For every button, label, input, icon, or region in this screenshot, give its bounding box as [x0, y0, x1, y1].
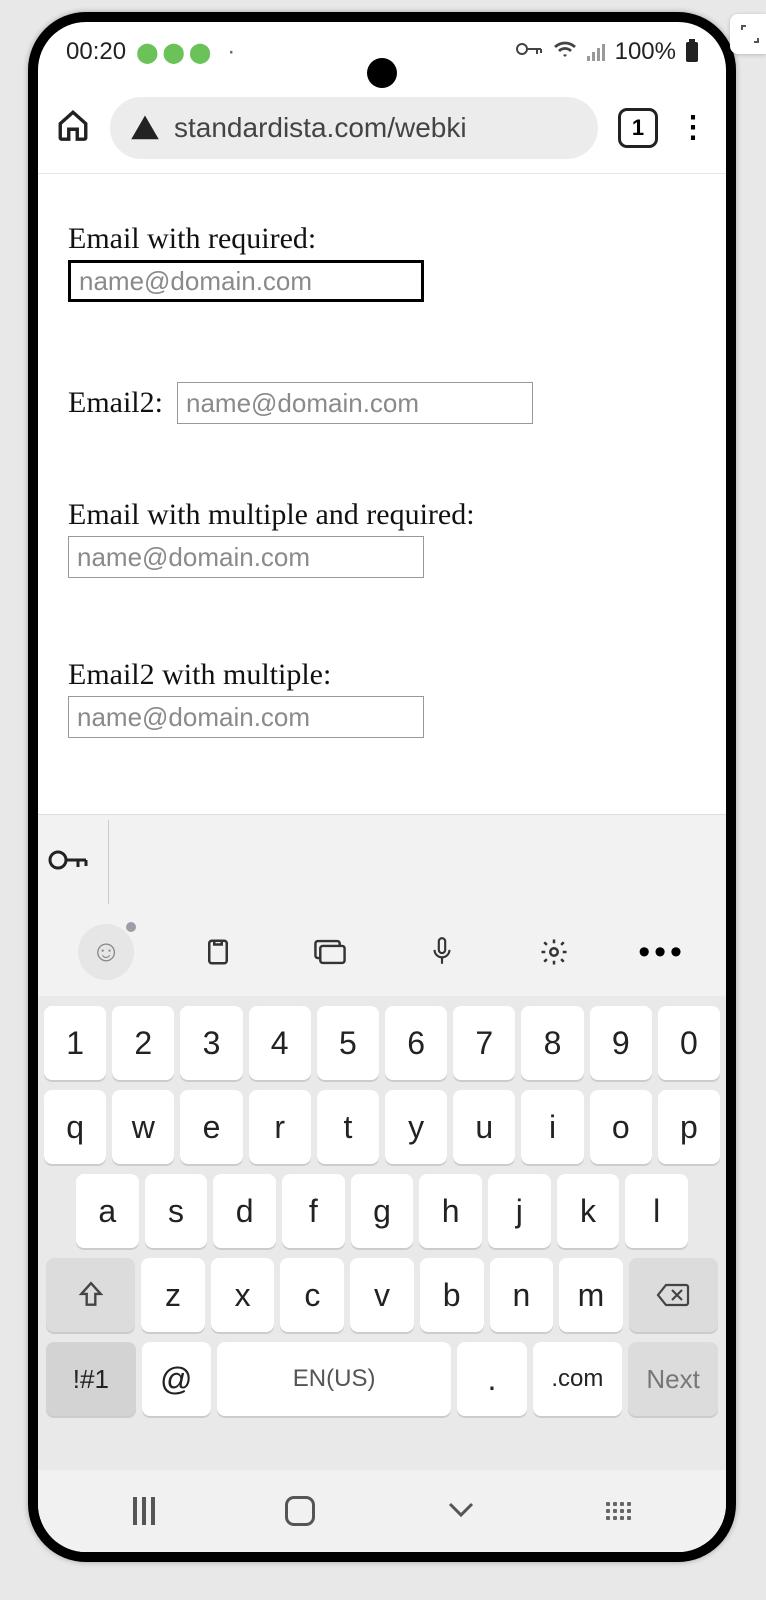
status-time: 00:20: [66, 38, 126, 66]
not-secure-icon: [130, 113, 160, 143]
emoji-button[interactable]: ☺: [78, 924, 134, 980]
key-s[interactable]: s: [145, 1174, 208, 1248]
divider: [108, 820, 109, 904]
field4-input[interactable]: [68, 696, 424, 738]
backspace-key[interactable]: [629, 1258, 718, 1332]
clipboard-button[interactable]: [190, 924, 246, 980]
wifi-icon: [553, 38, 577, 66]
key-1[interactable]: 1: [44, 1006, 106, 1080]
camera-hole: [367, 58, 397, 88]
nav-back-button[interactable]: [446, 1494, 476, 1528]
shift-key[interactable]: [46, 1258, 135, 1332]
key-6[interactable]: 6: [385, 1006, 447, 1080]
key-g[interactable]: g: [351, 1174, 414, 1248]
field3-input[interactable]: [68, 536, 424, 578]
keyboard-toolbar: ☺ •••: [38, 908, 726, 996]
key-7[interactable]: 7: [453, 1006, 515, 1080]
nav-recent-button[interactable]: [133, 1497, 155, 1525]
browser-toolbar: standardista.com/webki 1 ⋮: [38, 82, 726, 174]
space-key[interactable]: EN(US): [217, 1342, 452, 1416]
key-k[interactable]: k: [557, 1174, 620, 1248]
password-key-icon[interactable]: [48, 841, 88, 883]
settings-button[interactable]: [526, 924, 582, 980]
key-0[interactable]: 0: [658, 1006, 720, 1080]
key-n[interactable]: n: [490, 1258, 554, 1332]
keyboard-suggestion-strip: [38, 814, 726, 908]
key-4[interactable]: 4: [249, 1006, 311, 1080]
key-v[interactable]: v: [350, 1258, 414, 1332]
key-y[interactable]: y: [385, 1090, 447, 1164]
key-m[interactable]: m: [559, 1258, 623, 1332]
keyboard-row-1: 1 2 3 4 5 6 7 8 9 0: [44, 1006, 720, 1080]
field4-label: Email2 with multiple:: [68, 658, 696, 692]
key-5[interactable]: 5: [317, 1006, 379, 1080]
key-8[interactable]: 8: [521, 1006, 583, 1080]
key-d[interactable]: d: [213, 1174, 276, 1248]
url-bar[interactable]: standardista.com/webki: [110, 97, 598, 159]
keyboard-more-button[interactable]: •••: [638, 933, 686, 972]
key-r[interactable]: r: [249, 1090, 311, 1164]
next-key[interactable]: Next: [628, 1342, 718, 1416]
key-u[interactable]: u: [453, 1090, 515, 1164]
key-a[interactable]: a: [76, 1174, 139, 1248]
key-9[interactable]: 9: [590, 1006, 652, 1080]
tabs-button[interactable]: 1: [618, 108, 658, 148]
scroll-crop-icon: [730, 14, 766, 54]
nav-keyboard-switch-button[interactable]: [606, 1502, 631, 1520]
key-2[interactable]: 2: [112, 1006, 174, 1080]
key-w[interactable]: w: [112, 1090, 174, 1164]
url-text: standardista.com/webki: [174, 112, 467, 144]
tabs-count: 1: [632, 115, 644, 141]
key-c[interactable]: c: [280, 1258, 344, 1332]
system-nav-bar: [38, 1470, 726, 1552]
key-3[interactable]: 3: [180, 1006, 242, 1080]
field2-label: Email2:: [68, 386, 163, 420]
voice-input-button[interactable]: [414, 924, 470, 980]
battery-text: 100%: [615, 38, 676, 66]
field2-input[interactable]: [177, 382, 533, 424]
key-x[interactable]: x: [211, 1258, 275, 1332]
key-j[interactable]: j: [488, 1174, 551, 1248]
nav-home-button[interactable]: [285, 1496, 315, 1526]
field3-label: Email with multiple and required:: [68, 498, 696, 532]
key-p[interactable]: p: [658, 1090, 720, 1164]
key-h[interactable]: h: [419, 1174, 482, 1248]
keyboard-row-5: !#1 @ EN(US) . .com Next: [44, 1342, 720, 1416]
home-icon[interactable]: [56, 108, 90, 147]
key-e[interactable]: e: [180, 1090, 242, 1164]
keyboard-mode-button[interactable]: [302, 924, 358, 980]
keyboard-row-4: z x c v b n m: [44, 1258, 720, 1332]
status-more-dot: ·: [227, 38, 235, 66]
key-l[interactable]: l: [625, 1174, 688, 1248]
keyboard-row-2: q w e r t y u i o p: [44, 1090, 720, 1164]
symbols-key[interactable]: !#1: [46, 1342, 136, 1416]
dotcom-key[interactable]: .com: [533, 1342, 623, 1416]
key-t[interactable]: t: [317, 1090, 379, 1164]
android-app-icons: ⬤⬤⬤: [136, 40, 211, 65]
vpn-key-icon: [515, 38, 543, 66]
field1-input[interactable]: [68, 260, 424, 302]
signal-icon: [587, 43, 605, 61]
page-content: Email with required: Email2: Email with …: [38, 174, 726, 758]
on-screen-keyboard: 1 2 3 4 5 6 7 8 9 0 q w e r t y u i o: [38, 996, 726, 1470]
key-q[interactable]: q: [44, 1090, 106, 1164]
overflow-menu-icon[interactable]: ⋮: [678, 110, 708, 145]
key-f[interactable]: f: [282, 1174, 345, 1248]
field1-label: Email with required:: [68, 222, 696, 256]
battery-icon: [686, 42, 698, 62]
key-i[interactable]: i: [521, 1090, 583, 1164]
at-key[interactable]: @: [142, 1342, 211, 1416]
key-b[interactable]: b: [420, 1258, 484, 1332]
keyboard-row-3: a s d f g h j k l: [44, 1174, 720, 1248]
key-o[interactable]: o: [590, 1090, 652, 1164]
period-key[interactable]: .: [457, 1342, 526, 1416]
key-z[interactable]: z: [141, 1258, 205, 1332]
